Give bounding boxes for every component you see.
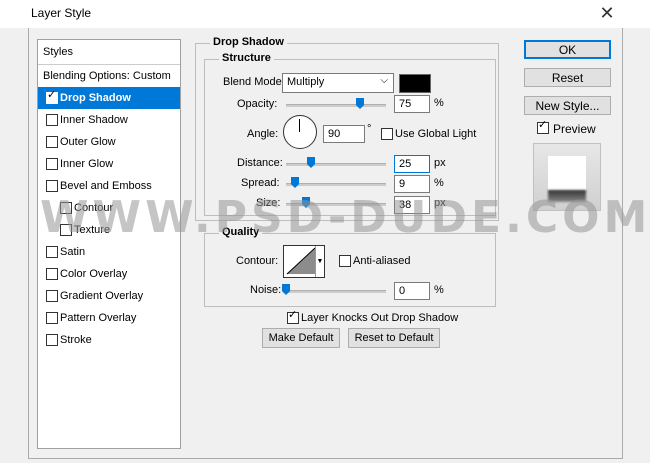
noise-slider[interactable] bbox=[286, 290, 386, 293]
angle-unit: ° bbox=[367, 123, 372, 135]
knocks-out-checkbox[interactable]: ✓ bbox=[287, 310, 299, 324]
style-item-label: Color Overlay bbox=[60, 268, 128, 280]
blending-options-item[interactable]: Blending Options: Custom bbox=[38, 65, 180, 87]
style-item-label: Outer Glow bbox=[60, 136, 116, 148]
angle-input[interactable]: 90 bbox=[323, 125, 365, 143]
style-item-checkbox[interactable]: ✓ bbox=[46, 89, 58, 104]
shadow-color-fill bbox=[400, 75, 430, 92]
chevron-down-icon: ⌵ bbox=[380, 75, 388, 86]
spread-input[interactable]: 9 bbox=[394, 175, 430, 193]
knocks-out-label: Layer Knocks Out Drop Shadow bbox=[301, 312, 459, 324]
styles-header-label: Styles bbox=[43, 46, 73, 58]
style-item-inner-shadow[interactable]: Inner Shadow bbox=[38, 109, 180, 131]
blend-mode-label: Blend Mode: bbox=[223, 76, 285, 88]
noise-input[interactable]: 0 bbox=[394, 282, 430, 300]
style-item-satin[interactable]: Satin bbox=[38, 241, 180, 263]
style-item-label: Stroke bbox=[60, 334, 92, 346]
style-item-checkbox[interactable] bbox=[46, 290, 58, 302]
style-item-checkbox[interactable] bbox=[46, 312, 58, 324]
preview-checkbox[interactable]: ✓ bbox=[537, 120, 549, 134]
style-item-pattern-overlay[interactable]: Pattern Overlay bbox=[38, 307, 180, 329]
distance-input[interactable]: 25 bbox=[394, 155, 430, 173]
spread-slider[interactable] bbox=[286, 183, 386, 186]
styles-header[interactable]: Styles bbox=[38, 40, 180, 65]
reset-button[interactable]: Reset bbox=[524, 68, 611, 87]
contour-curve-icon bbox=[286, 247, 316, 275]
watermark-text: WWW.PSD-DUDE.COM bbox=[40, 192, 650, 243]
style-item-label: Pattern Overlay bbox=[60, 312, 137, 324]
style-item-checkbox[interactable] bbox=[46, 180, 58, 192]
distance-slider[interactable] bbox=[286, 163, 386, 166]
angle-dial-needle bbox=[299, 119, 300, 132]
distance-label: Distance: bbox=[237, 157, 283, 169]
new-style-button[interactable]: New Style... bbox=[524, 96, 611, 115]
style-item-label: Bevel and Emboss bbox=[60, 180, 152, 192]
style-item-label: Inner Shadow bbox=[60, 114, 128, 126]
blend-mode-select[interactable]: Multiply ⌵ bbox=[282, 73, 394, 93]
style-item-checkbox[interactable] bbox=[46, 136, 58, 148]
style-item-checkbox[interactable] bbox=[46, 334, 58, 346]
spread-unit: % bbox=[434, 177, 444, 189]
opacity-unit: % bbox=[434, 97, 444, 109]
structure-legend: Structure bbox=[219, 52, 274, 64]
style-item-label: Inner Glow bbox=[60, 158, 114, 170]
noise-label: Noise: bbox=[250, 284, 282, 296]
anti-aliased-label: Anti-aliased bbox=[353, 255, 411, 267]
close-icon[interactable]: ✕ bbox=[596, 2, 618, 24]
shadow-color-swatch[interactable] bbox=[399, 74, 431, 93]
reset-to-default-button[interactable]: Reset to Default bbox=[348, 328, 440, 348]
window-title: Layer Style bbox=[31, 6, 92, 20]
style-item-label: Gradient Overlay bbox=[60, 290, 144, 302]
opacity-label: Opacity: bbox=[237, 98, 278, 110]
contour-label: Contour: bbox=[236, 255, 279, 267]
style-item-checkbox[interactable] bbox=[46, 268, 58, 280]
style-item-gradient-overlay[interactable]: Gradient Overlay bbox=[38, 285, 180, 307]
style-item-label: Satin bbox=[60, 246, 86, 258]
angle-label: Angle: bbox=[247, 128, 279, 140]
style-item-inner-glow[interactable]: Inner Glow bbox=[38, 153, 180, 175]
preview-layer bbox=[548, 156, 586, 190]
styles-list: Styles Blending Options: Custom ✓ Drop Sh… bbox=[37, 39, 181, 449]
quality-group bbox=[204, 233, 496, 307]
style-item-label: Drop Shadow bbox=[60, 92, 131, 104]
style-item-checkbox[interactable] bbox=[46, 114, 58, 126]
ok-button[interactable]: OK bbox=[524, 40, 611, 59]
spread-label: Spread: bbox=[241, 177, 280, 189]
anti-aliased-checkbox[interactable] bbox=[339, 255, 351, 267]
contour-dropdown-arrow-icon[interactable]: ▼ bbox=[315, 246, 324, 277]
use-global-light-checkbox[interactable] bbox=[381, 128, 393, 140]
opacity-input[interactable]: 75 bbox=[394, 95, 430, 113]
style-item-stroke[interactable]: Stroke bbox=[38, 329, 180, 351]
style-item-outer-glow[interactable]: Outer Glow bbox=[38, 131, 180, 153]
style-item-checkbox[interactable] bbox=[46, 158, 58, 170]
blend-mode-value: Multiply bbox=[287, 76, 325, 88]
drop-shadow-title: Drop Shadow bbox=[210, 36, 287, 48]
style-item-color-overlay[interactable]: Color Overlay bbox=[38, 263, 180, 285]
preview-label: Preview bbox=[553, 122, 596, 136]
blending-options-label: Blending Options: Custom bbox=[43, 70, 171, 82]
make-default-button[interactable]: Make Default bbox=[262, 328, 340, 348]
distance-unit: px bbox=[434, 157, 446, 169]
use-global-light-label: Use Global Light bbox=[395, 128, 477, 140]
title-bar bbox=[0, 0, 650, 28]
contour-picker[interactable]: ▼ bbox=[283, 245, 325, 278]
style-item-checkbox[interactable] bbox=[46, 246, 58, 258]
noise-unit: % bbox=[434, 284, 444, 296]
style-item-drop-shadow[interactable]: ✓ Drop Shadow bbox=[38, 87, 180, 109]
angle-dial[interactable] bbox=[283, 115, 317, 149]
checkmark-icon: ✓ bbox=[47, 89, 57, 101]
opacity-slider[interactable] bbox=[286, 104, 386, 107]
